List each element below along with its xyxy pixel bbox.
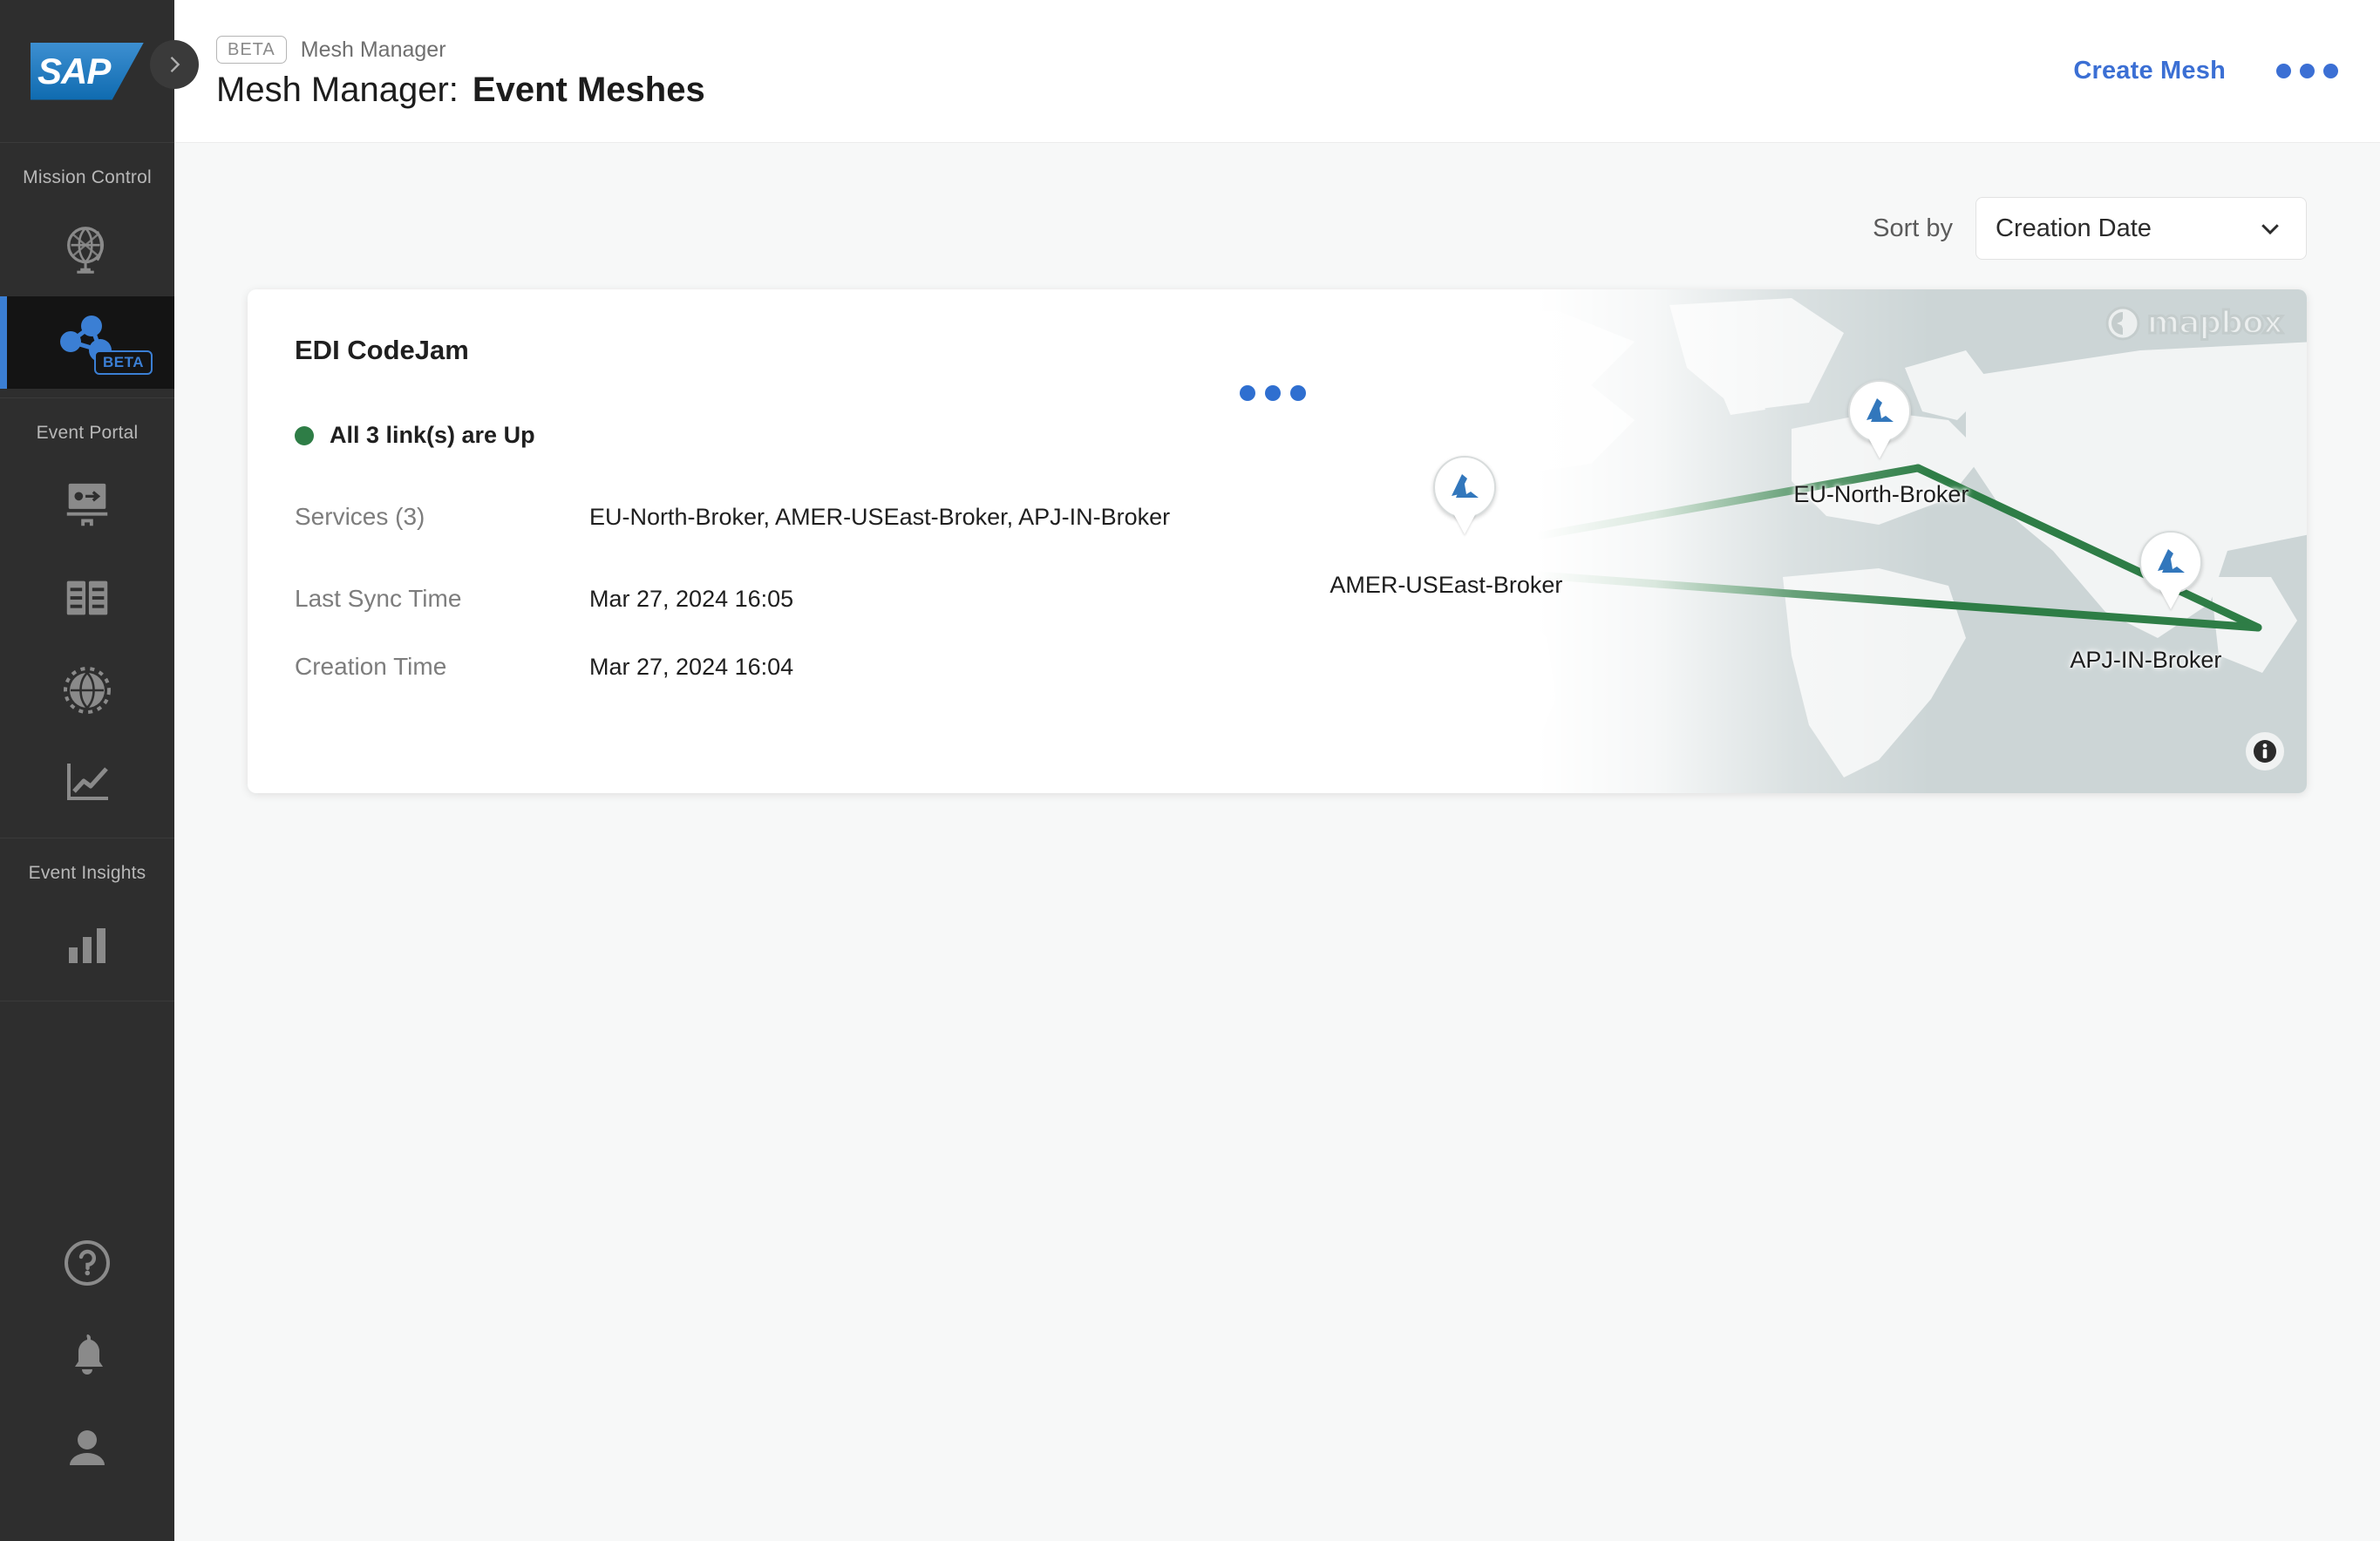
sidebar-item-mesh-manager[interactable]: BETA — [0, 296, 174, 389]
mapbox-wordmark: mapbox — [2145, 304, 2284, 343]
help-circle-icon — [65, 1240, 110, 1286]
help-button[interactable] — [0, 1217, 174, 1309]
map-marker-apj-in-broker[interactable] — [2139, 531, 2202, 594]
map-marker-amer-useast-broker[interactable] — [1433, 455, 1497, 519]
breadcrumb-label: Mesh Manager — [300, 37, 446, 62]
user-avatar-icon — [70, 1430, 105, 1465]
mesh-status: All 3 link(s) are Up — [295, 422, 1555, 449]
top-header: BETA Mesh Manager Mesh Manager: Event Me… — [174, 0, 2380, 143]
broker-pin — [1433, 455, 1497, 519]
sort-by-select[interactable]: Creation Date — [1975, 197, 2307, 260]
more-horizontal-icon — [2323, 64, 2338, 78]
breadcrumb: BETA Mesh Manager — [216, 36, 705, 64]
field-label: Services (3) — [295, 503, 425, 530]
sidebar: SAP Mission Control BETA Event Portal Ev… — [0, 0, 199, 1541]
map-marker-label-apj-in-broker: APJ-IN-Broker — [2070, 647, 2222, 674]
broker-pin — [2139, 531, 2202, 594]
more-horizontal-icon — [2276, 64, 2291, 78]
sap-logo-icon: SAP — [31, 42, 144, 100]
app-root: SAP Mission Control BETA Event Portal Ev… — [0, 0, 2380, 1541]
account-button[interactable] — [0, 1402, 174, 1494]
map-marker-eu-north-broker[interactable] — [1847, 380, 1911, 444]
more-horizontal-icon — [1265, 385, 1281, 401]
mesh-card-title: EDI CodeJam — [295, 335, 469, 365]
sidebar-item-designer[interactable] — [0, 459, 174, 552]
mapbox-attribution[interactable]: mapbox — [2105, 304, 2285, 343]
nav-group-event-portal: Event Portal — [0, 398, 174, 838]
nav-group-mission-control: Mission Control BETA — [0, 143, 174, 398]
azure-broker-icon — [1452, 473, 1479, 498]
sort-by-value: Creation Date — [1996, 214, 2152, 242]
more-horizontal-icon — [1290, 385, 1306, 401]
field-value: Mar 27, 2024 16:05 — [589, 586, 794, 612]
event-broker-screen-icon — [66, 483, 108, 526]
mapbox-mark-icon — [2105, 306, 2140, 340]
azure-broker-icon — [2157, 549, 2185, 574]
map-marker-label-eu-north-broker: EU-North-Broker — [1793, 480, 1969, 507]
nav-group-event-insights: Event Insights — [0, 838, 174, 1001]
sidebar-bottom-actions — [0, 1217, 174, 1541]
status-badge — [295, 425, 314, 445]
nav-group-label-mission-control: Mission Control — [23, 167, 152, 187]
catalog-columns-icon — [66, 580, 108, 615]
field-label: Creation Time — [295, 653, 447, 680]
status-text: All 3 link(s) are Up — [330, 422, 535, 448]
sidebar-item-runtime[interactable] — [0, 737, 174, 829]
map-marker-label-amer-useast-broker: AMER-USEast-Broker — [1329, 571, 1563, 598]
broker-pin — [1847, 380, 1911, 444]
sidebar-beta-badge: BETA — [94, 350, 153, 375]
info-icon — [2254, 740, 2276, 763]
chevron-down-icon — [2261, 224, 2279, 235]
main-area: BETA Mesh Manager Mesh Manager: Event Me… — [174, 0, 2380, 1541]
globe-dotted-icon — [64, 667, 111, 714]
sidebar-item-catalog[interactable] — [0, 552, 174, 644]
page-title-prefix: Mesh Manager: — [216, 71, 459, 109]
azure-broker-icon — [1866, 398, 1894, 423]
field-label: Last Sync Time — [295, 585, 462, 612]
more-horizontal-icon — [1240, 385, 1255, 401]
sidebar-expand-button[interactable] — [150, 40, 199, 89]
field-value: Mar 27, 2024 16:04 — [589, 654, 794, 680]
field-value: EU-North-Broker, AMER-USEast-Broker, APJ… — [589, 504, 1171, 530]
field-creation-time: Creation Time Mar 27, 2024 16:04 — [295, 653, 1555, 681]
bar-chart-icon — [69, 928, 105, 963]
field-services: Services (3) EU-North-Broker, AMER-USEas… — [295, 503, 1555, 531]
bell-icon — [75, 1334, 103, 1375]
content-area: Sort by Creation Date EU-North-Broker AM… — [174, 143, 2380, 1541]
header-overflow-button[interactable] — [2276, 64, 2338, 78]
sidebar-item-insights[interactable] — [0, 899, 174, 992]
sidebar-item-discovery[interactable] — [0, 644, 174, 737]
sap-logo-text: SAP — [37, 50, 111, 92]
more-horizontal-icon — [2300, 64, 2315, 78]
sidebar-logo: SAP — [0, 0, 199, 143]
map-info-button[interactable] — [2246, 732, 2284, 770]
mesh-card-overflow-button[interactable] — [1240, 385, 1306, 401]
mesh-card[interactable]: EU-North-Broker AMER-USEast-Broker APJ-I… — [248, 289, 2307, 793]
header-left: BETA Mesh Manager Mesh Manager: Event Me… — [216, 32, 705, 110]
chevron-right-icon — [170, 57, 180, 72]
notifications-button[interactable] — [0, 1309, 174, 1402]
nav-group-label-event-portal: Event Portal — [36, 423, 139, 443]
create-mesh-button[interactable]: Create Mesh — [2073, 57, 2226, 85]
line-chart-icon — [67, 764, 108, 800]
page-title-main: Event Meshes — [472, 71, 705, 109]
page-title: Mesh Manager: Event Meshes — [216, 71, 705, 110]
globe-stand-icon — [67, 227, 105, 274]
sort-by-label: Sort by — [1873, 214, 1953, 242]
header-right: Create Mesh — [2073, 57, 2338, 85]
nav-group-label-event-insights: Event Insights — [28, 863, 146, 883]
sidebar-item-mission-control-globe[interactable] — [0, 204, 174, 296]
mesh-card-details: EDI CodeJam All 3 link(s) are Up Service… — [248, 289, 1555, 793]
beta-badge: BETA — [216, 36, 287, 64]
sort-toolbar: Sort by Creation Date — [248, 143, 2307, 289]
